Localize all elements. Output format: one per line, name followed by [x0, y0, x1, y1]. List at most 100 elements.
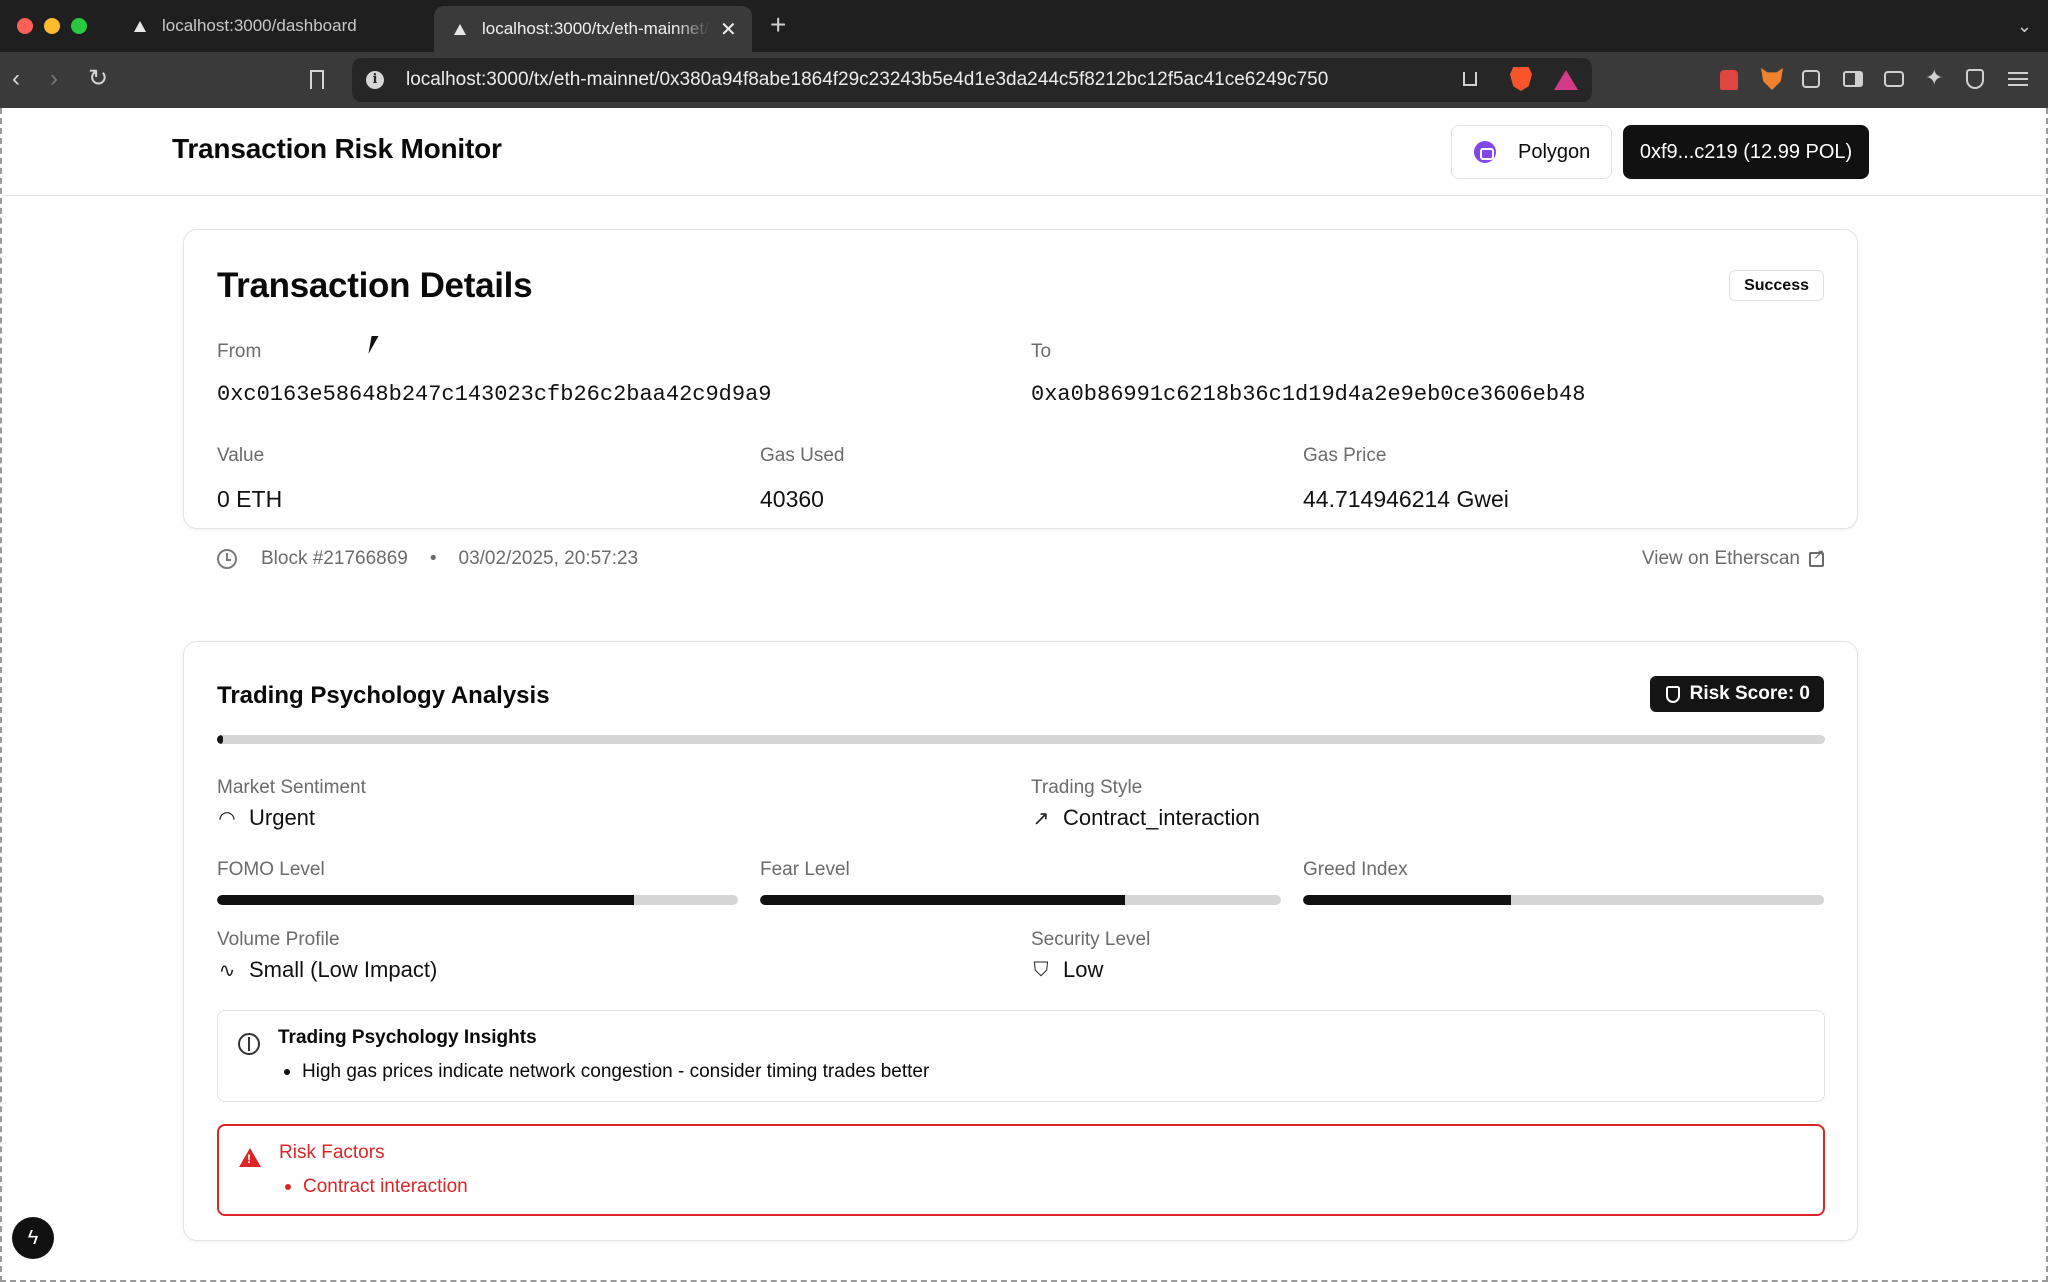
vercel-favicon-icon [134, 20, 146, 32]
insights-panel: Trading Psychology Insights High gas pri… [217, 1010, 1825, 1102]
share-icon[interactable] [1463, 72, 1477, 86]
psychology-analysis-card: Trading Psychology Analysis Risk Score: … [183, 641, 1858, 1241]
tab-title: localhost:3000/tx/eth-mainnet/0x380a94f8… [482, 19, 710, 38]
bullet [284, 1069, 290, 1075]
shield-check-icon [1665, 685, 1680, 703]
fear-level-fill [760, 895, 1125, 905]
app-title: Transaction Risk Monitor [172, 133, 502, 164]
reload-icon[interactable]: ↻ [88, 64, 108, 94]
timestamp: 03/02/2025, 20:57:23 [458, 548, 639, 569]
close-tab-icon[interactable]: ✕ [720, 17, 737, 42]
bullet [285, 1184, 291, 1190]
bookmark-icon[interactable] [310, 70, 324, 89]
dev-tools-bolt-button[interactable]: ϟ [12, 1217, 54, 1259]
link-label[interactable]: View on Etherscan [1642, 548, 1800, 570]
transaction-details-card: Transaction Details Success From 0xc0163… [183, 229, 1858, 569]
risk-factors-title: Risk Factors [279, 1142, 385, 1163]
volume-profile-value: ∿ Small (Low Impact) [217, 957, 438, 983]
to-label: To [1031, 341, 1052, 362]
vercel-favicon-icon [454, 23, 466, 35]
extension-icon[interactable] [1720, 70, 1738, 90]
fomo-level-bar [217, 895, 738, 905]
separator: • [429, 548, 437, 569]
fomo-level-label: FOMO Level [217, 859, 325, 880]
insights-title: Trading Psychology Insights [278, 1027, 537, 1048]
status-badge: Success [1729, 270, 1824, 301]
network-label: Polygon [1518, 140, 1591, 163]
risk-score-badge: Risk Score: 0 [1649, 676, 1824, 712]
security-level-label: Security Level [1031, 929, 1151, 950]
vpn-shield-icon[interactable] [1966, 69, 1984, 89]
to-address: 0xa0b86991c6218b36c1d19d4a2e9eb0ce3606eb… [1031, 382, 1586, 407]
minimize-window-button[interactable] [44, 18, 60, 34]
brave-rewards-icon[interactable] [1554, 70, 1578, 90]
risk-score-fill [217, 735, 224, 744]
tab-transaction[interactable]: localhost:3000/tx/eth-mainnet/0x380a94f8… [434, 6, 752, 52]
wallet-icon[interactable] [1884, 71, 1904, 87]
activity-icon: ∿ [218, 959, 236, 982]
security-level-text: Low [1063, 957, 1104, 982]
page-viewport: Transaction Risk Monitor Polygon 0xf9...… [0, 108, 2048, 1282]
greed-index-bar [1303, 895, 1824, 905]
site-info-icon[interactable]: i [366, 71, 384, 89]
list-item: High gas prices indicate network congest… [278, 1061, 929, 1083]
metamask-icon[interactable] [1761, 68, 1783, 90]
brain-icon [238, 1033, 260, 1055]
gas-used-label: Gas Used [760, 445, 845, 466]
wallet-account-button[interactable]: 0xf9...c219 (12.99 POL) [1623, 125, 1869, 179]
gauge-icon: ◠ [218, 807, 236, 830]
fear-level-label: Fear Level [760, 859, 850, 880]
tab-title: localhost:3000/dashboard [162, 16, 357, 35]
fomo-level-fill [217, 895, 634, 905]
risk-factors-panel: Risk Factors Contract interaction [217, 1124, 1825, 1216]
greed-index-fill [1303, 895, 1512, 905]
gas-used-value: 40360 [760, 486, 824, 512]
greed-index-label: Greed Index [1303, 859, 1408, 880]
browser-tabstrip: localhost:3000/dashboard localhost:3000/… [0, 0, 2048, 52]
market-sentiment-text: Urgent [249, 805, 316, 830]
app-header: Transaction Risk Monitor Polygon 0xf9...… [2, 108, 2046, 196]
sparkle-ai-icon[interactable]: ✦ [1925, 65, 1947, 90]
gas-price-label: Gas Price [1303, 445, 1387, 466]
address-bar[interactable]: i localhost:3000/tx/eth-mainnet/0x380a94… [352, 58, 1592, 102]
block-meta: Block #21766869 • 03/02/2025, 20:57:23 [217, 548, 638, 570]
chevron-down-icon[interactable]: ⌄ [2017, 16, 2032, 37]
warning-triangle-icon [239, 1148, 261, 1167]
url-text[interactable]: localhost:3000/tx/eth-mainnet/0x380a94f8… [406, 69, 1328, 91]
trending-up-icon: ↗ [1032, 807, 1050, 830]
trading-style-value: ↗ Contract_interaction [1031, 805, 1260, 831]
clock-icon [217, 549, 237, 569]
volume-profile-text: Small (Low Impact) [249, 957, 438, 982]
value-label: Value [217, 445, 265, 466]
extensions-puzzle-icon[interactable] [1802, 70, 1820, 88]
risk-score-label: Risk Score: 0 [1689, 683, 1810, 704]
shield-icon: ⛉ [1033, 958, 1049, 981]
value-amount: 0 ETH [217, 486, 283, 512]
back-arrow-icon[interactable]: ‹ [12, 64, 20, 94]
tab-dashboard[interactable]: localhost:3000/dashboard [114, 6, 432, 46]
forward-arrow-icon[interactable]: › [50, 64, 58, 94]
gas-price-value: 44.714946214 Gwei [1303, 486, 1509, 512]
network-selector-button[interactable]: Polygon [1451, 125, 1612, 179]
close-window-button[interactable] [17, 18, 33, 34]
market-sentiment-label: Market Sentiment [217, 777, 366, 798]
new-tab-button[interactable]: + [770, 10, 786, 40]
trading-style-label: Trading Style [1031, 777, 1143, 798]
block-number: Block #21766869 [261, 548, 408, 569]
from-label: From [217, 341, 262, 362]
external-link-icon [1809, 546, 1825, 567]
insight-text: High gas prices indicate network congest… [302, 1061, 930, 1082]
market-sentiment-value: ◠ Urgent [217, 805, 315, 831]
risk-factor-text: Contract interaction [303, 1176, 468, 1197]
card-title: Trading Psychology Analysis [217, 682, 550, 709]
trading-style-text: Contract_interaction [1063, 805, 1260, 830]
maximize-window-button[interactable] [71, 18, 87, 34]
view-on-etherscan-link[interactable]: View on Etherscan [1642, 546, 1825, 570]
sidebar-toggle-icon[interactable] [1843, 71, 1863, 87]
volume-profile-label: Volume Profile [217, 929, 340, 950]
menu-icon[interactable] [2008, 72, 2028, 86]
browser-toolbar: ‹ › ↻ i localhost:3000/tx/eth-mainnet/0x… [0, 52, 2048, 108]
from-address: 0xc0163e58648b247c143023cfb26c2baa42c9d9… [217, 382, 772, 407]
polygon-icon [1474, 141, 1496, 163]
fear-level-bar [760, 895, 1281, 905]
